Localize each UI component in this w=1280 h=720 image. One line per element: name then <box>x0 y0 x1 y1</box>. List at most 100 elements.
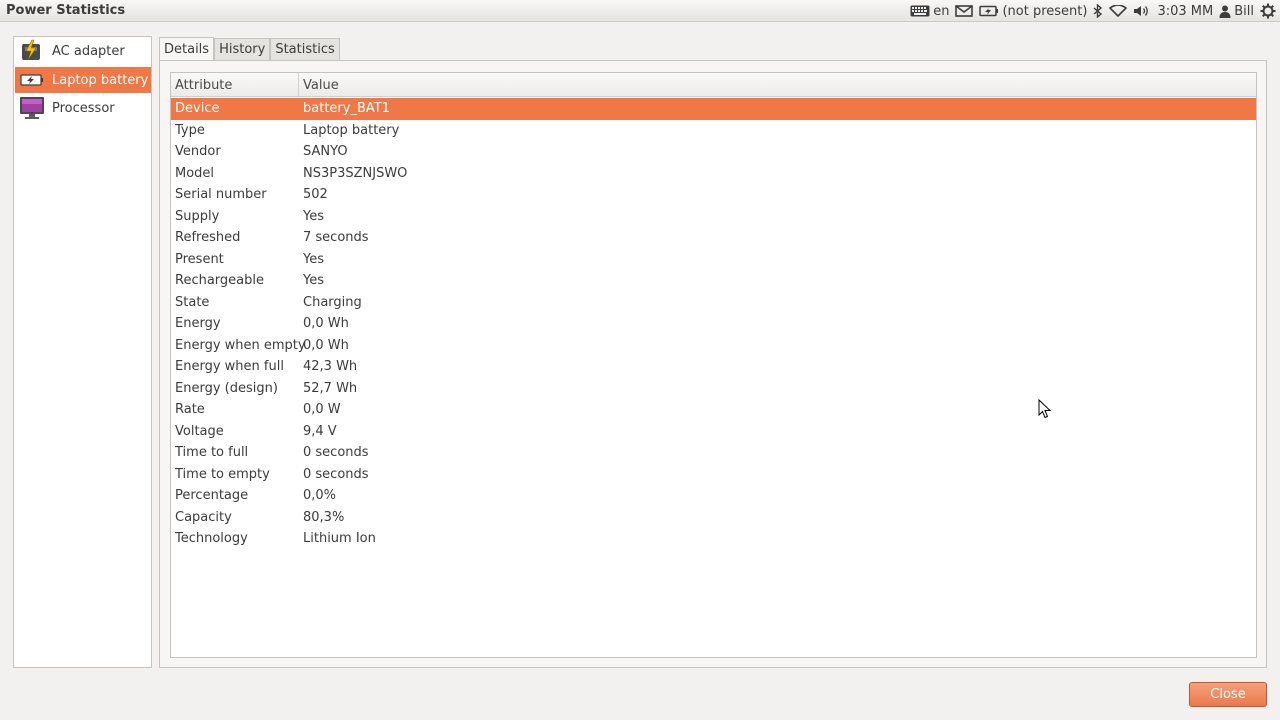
attribute-cell: Energy (design) <box>175 380 278 396</box>
clock[interactable]: 3:03 MM <box>1157 4 1213 19</box>
table-row[interactable]: Refreshed 7 seconds <box>171 227 1256 249</box>
table-header: Attribute Value <box>171 73 1256 97</box>
keyboard-icon <box>910 5 930 17</box>
user-menu[interactable]: Bill <box>1219 4 1254 19</box>
attribute-cell: Type <box>175 122 205 138</box>
tab-statistics[interactable]: Statistics <box>270 38 340 60</box>
value-cell: battery_BAT1 <box>303 101 390 117</box>
table-row[interactable]: Technology Lithium Ion <box>171 528 1256 550</box>
attribute-cell: Voltage <box>175 423 224 439</box>
value-cell: 9,4 V <box>303 423 337 439</box>
value-cell: 0,0 Wh <box>303 337 349 353</box>
value-cell: 502 <box>303 187 328 203</box>
value-cell: Yes <box>303 251 324 267</box>
volume-icon <box>1134 6 1149 16</box>
value-cell: 0 seconds <box>303 445 369 461</box>
table-row[interactable]: Model NS3P3SZNJSWO <box>171 163 1256 185</box>
battery-icon <box>18 67 46 93</box>
bluetooth-indicator[interactable] <box>1093 4 1103 18</box>
value-cell: 52,7 Wh <box>303 380 358 396</box>
attribute-cell: Device <box>175 101 220 117</box>
attribute-cell: Percentage <box>175 488 249 504</box>
table-row[interactable]: Percentage 0,0% <box>171 485 1256 507</box>
mouse-cursor-icon <box>1038 399 1052 419</box>
details-table[interactable]: Attribute Value Device battery_BAT1 Type La… <box>170 72 1257 658</box>
sidebar-item-laptop-battery[interactable]: Laptop battery <box>15 67 151 93</box>
sidebar-item-ac-adapter[interactable]: AC adapter <box>15 38 151 64</box>
table-row[interactable]: Time to full 0 seconds <box>171 442 1256 464</box>
attribute-cell: Supply <box>175 208 220 224</box>
ac-adapter-icon <box>18 38 46 64</box>
table-row[interactable]: Capacity 80,3% <box>171 507 1256 529</box>
value-cell: 0,0 W <box>303 402 341 418</box>
sidebar-item-label: AC adapter <box>52 43 125 59</box>
attribute-cell: Serial number <box>175 187 267 203</box>
attribute-cell: Time to full <box>175 445 249 461</box>
attribute-cell: Rate <box>175 402 205 418</box>
value-cell: Charging <box>303 294 362 310</box>
indicator-area: en (not present) 3:03 MM Bill <box>910 0 1276 22</box>
battery-status-label: (not present) <box>1002 3 1088 19</box>
gear-icon <box>1260 3 1276 19</box>
table-row[interactable]: Energy when full 42,3 Wh <box>171 356 1256 378</box>
table-row[interactable]: Vendor SANYO <box>171 141 1256 163</box>
wifi-icon <box>1109 5 1128 17</box>
mail-icon <box>955 5 974 17</box>
attribute-cell: Time to empty <box>175 466 270 482</box>
processor-icon <box>18 95 46 121</box>
user-name: Bill <box>1234 3 1254 19</box>
value-cell: Yes <box>303 273 324 289</box>
bluetooth-icon <box>1094 4 1103 18</box>
tab-history[interactable]: History <box>214 38 271 60</box>
value-cell: SANYO <box>303 144 348 160</box>
table-row[interactable]: Rate 0,0 W <box>171 399 1256 421</box>
attribute-cell: Vendor <box>175 144 221 160</box>
table-row[interactable]: Serial number 502 <box>171 184 1256 206</box>
keyboard-layout-label: en <box>933 3 950 19</box>
column-header-value[interactable]: Value <box>299 73 1256 97</box>
attribute-cell: Energy when full <box>175 359 284 375</box>
attribute-cell: Refreshed <box>175 230 241 246</box>
keyboard-indicator[interactable]: en <box>910 4 949 19</box>
table-row[interactable]: Energy (design) 52,7 Wh <box>171 378 1256 400</box>
tab-details[interactable]: Details <box>159 37 215 61</box>
attribute-cell: Energy <box>175 316 221 332</box>
device-list: AC adapter Laptop battery Processor <box>13 36 152 668</box>
top-panel: Power Statistics en (not present) 3:03 M… <box>0 0 1280 22</box>
mail-indicator[interactable] <box>955 5 974 17</box>
tab-bar: Details History Statistics <box>159 37 340 61</box>
session-menu[interactable] <box>1260 3 1276 19</box>
sidebar-item-label: Processor <box>52 100 115 116</box>
value-cell: Lithium Ion <box>303 531 376 547</box>
table-row[interactable]: Time to empty 0 seconds <box>171 464 1256 486</box>
attribute-cell: Model <box>175 165 215 181</box>
attribute-cell: State <box>175 294 210 310</box>
table-row[interactable]: Type Laptop battery <box>171 120 1256 142</box>
attribute-cell: Capacity <box>175 509 232 525</box>
network-indicator[interactable] <box>1109 5 1128 17</box>
column-header-attribute[interactable]: Attribute <box>171 73 299 97</box>
table-row[interactable]: Rechargeable Yes <box>171 270 1256 292</box>
table-row[interactable]: Device battery_BAT1 <box>171 98 1256 120</box>
battery-icon <box>979 5 999 17</box>
value-cell: 7 seconds <box>303 230 369 246</box>
attribute-cell: Technology <box>175 531 248 547</box>
value-cell: 42,3 Wh <box>303 359 358 375</box>
user-icon <box>1219 5 1231 18</box>
value-cell: 0,0% <box>303 488 337 504</box>
table-row[interactable]: Energy 0,0 Wh <box>171 313 1256 335</box>
sound-indicator[interactable] <box>1133 4 1151 18</box>
table-row[interactable]: Present Yes <box>171 249 1256 271</box>
table-row[interactable]: Energy when empty 0,0 Wh <box>171 335 1256 357</box>
sidebar-item-processor[interactable]: Processor <box>15 95 151 121</box>
close-button[interactable]: Close <box>1189 682 1267 707</box>
table-row[interactable]: Supply Yes <box>171 206 1256 228</box>
app-title: Power Statistics <box>6 3 126 18</box>
table-row[interactable]: State Charging <box>171 292 1256 314</box>
table-row[interactable]: Voltage 9,4 V <box>171 421 1256 443</box>
attribute-cell: Energy when empty <box>175 337 306 353</box>
attribute-cell: Rechargeable <box>175 273 264 289</box>
value-cell: Laptop battery <box>303 122 400 138</box>
battery-indicator[interactable]: (not present) <box>979 4 1087 19</box>
value-cell: NS3P3SZNJSWO <box>303 165 408 181</box>
